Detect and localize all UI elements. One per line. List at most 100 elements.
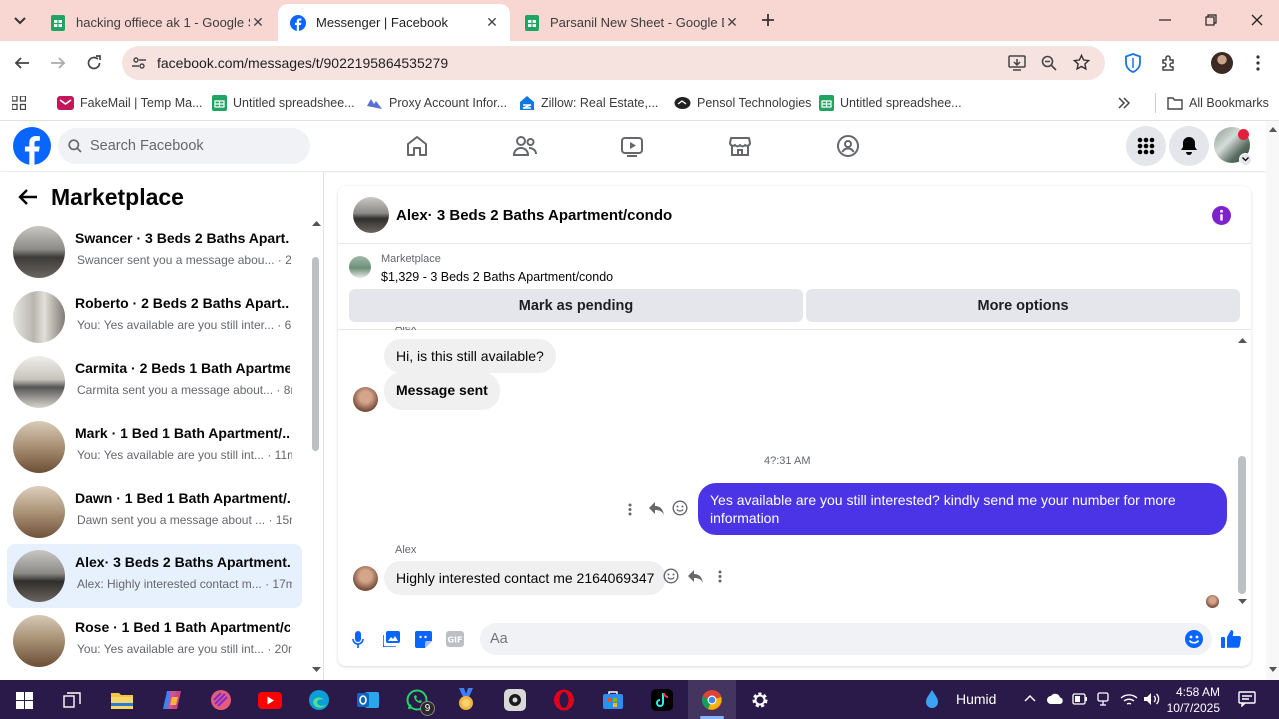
chat-title[interactable]: Alex· 3 Beds 2 Baths Apartment/condo <box>396 207 672 224</box>
more-options-button[interactable]: More options <box>806 289 1240 322</box>
reply-icon[interactable] <box>687 569 704 584</box>
scroll-up-icon[interactable] <box>1238 337 1247 343</box>
install-app-icon[interactable] <box>1008 55 1026 71</box>
bookmark-fakemail[interactable]: FakeMail | Temp Ma... <box>57 93 203 113</box>
bookmark-proxy[interactable]: Proxy Account Infor... <box>366 93 507 113</box>
microphone-icon[interactable] <box>352 631 364 648</box>
all-bookmarks-button[interactable]: All Bookmarks <box>1167 93 1269 113</box>
thumbs-up-icon[interactable] <box>1221 629 1241 649</box>
notifications-center-icon[interactable] <box>1238 691 1256 707</box>
conversation-item-active[interactable]: Alex· 3 Beds 2 Baths Apartment... Alex: … <box>7 544 302 608</box>
scroll-up-icon[interactable] <box>1269 126 1277 132</box>
tab-sheets-1[interactable]: hacking offiece ak 1 - Google Sh ✕ <box>38 4 276 41</box>
opera-button[interactable] <box>548 685 580 715</box>
search-facebook[interactable]: Search Facebook <box>58 128 310 164</box>
close-window-button[interactable] <box>1234 0 1279 40</box>
speaker-icon[interactable] <box>1143 692 1161 706</box>
bookmark-spreadsheet-2[interactable]: Untitled spreadshee... <box>819 93 962 113</box>
message-bubble-incoming[interactable]: Hi, is this still available? <box>384 339 556 373</box>
profile-button[interactable] <box>1206 47 1238 79</box>
scroll-up-icon[interactable] <box>312 220 321 226</box>
minimize-button[interactable] <box>1142 0 1188 40</box>
chrome-menu-button[interactable] <box>1242 47 1274 79</box>
conversation-item[interactable]: Roberto · 2 Beds 2 Baths Apart... You: Y… <box>7 285 302 349</box>
message-composer[interactable] <box>480 623 1212 655</box>
account-button[interactable] <box>1214 127 1252 166</box>
system-clock[interactable]: 4:58 AM 10/7/2025 <box>1166 684 1220 716</box>
reload-button[interactable] <box>78 47 110 79</box>
scroll-down-icon[interactable] <box>312 667 321 673</box>
star-icon[interactable] <box>1073 54 1090 71</box>
battery-icon[interactable] <box>1072 692 1088 706</box>
bookmark-pensol[interactable]: Pensol Technologies <box>674 93 811 113</box>
message-bubble-incoming[interactable]: Highly interested contact me 2164069347 <box>384 561 667 595</box>
app-button[interactable] <box>205 685 237 715</box>
youtube-button[interactable] <box>254 685 286 715</box>
edge-button[interactable] <box>303 685 335 715</box>
back-button[interactable] <box>18 189 38 205</box>
tab-sheets-2[interactable]: Parsanil New Sheet - Google Dr ✕ <box>512 4 750 41</box>
bookmarks-overflow-button[interactable] <box>1118 93 1130 113</box>
nav-groups[interactable] <box>833 131 863 161</box>
conversation-item[interactable]: Swancer · 3 Beds 2 Baths Apart... Swance… <box>7 220 302 284</box>
conversation-list-scrollbar[interactable] <box>312 257 319 451</box>
menu-button[interactable] <box>1126 126 1166 166</box>
close-icon[interactable]: ✕ <box>484 14 500 31</box>
more-vertical-icon[interactable] <box>628 503 632 516</box>
scroll-down-icon[interactable] <box>1238 599 1247 605</box>
message-bubble-incoming[interactable]: Message sent <box>384 372 500 410</box>
apps-button[interactable] <box>12 93 26 113</box>
nav-marketplace[interactable] <box>725 131 755 161</box>
nav-home[interactable] <box>402 131 432 161</box>
tab-messenger[interactable]: Messenger | Facebook ✕ <box>278 4 510 41</box>
nav-video[interactable] <box>617 131 647 161</box>
restore-button[interactable] <box>1188 0 1234 40</box>
message-bubble-outgoing[interactable]: Yes available are you still interested? … <box>698 483 1227 535</box>
brave-shield-button[interactable] <box>1117 47 1149 79</box>
conversation-item[interactable]: Carmita · 2 Beds 1 Bath Apartme... Carmi… <box>7 350 302 414</box>
chat-thumbnail[interactable] <box>353 197 389 233</box>
emoji-react-icon[interactable] <box>663 568 679 584</box>
sender-avatar[interactable] <box>353 566 378 591</box>
whatsapp-button[interactable]: 9 <box>401 685 435 716</box>
sender-avatar[interactable] <box>353 387 378 412</box>
tiktok-button[interactable] <box>646 685 678 715</box>
wifi-icon[interactable] <box>1120 693 1138 706</box>
back-button[interactable] <box>6 47 38 79</box>
app-badge-button[interactable] <box>450 685 482 715</box>
file-explorer-button[interactable] <box>106 685 138 715</box>
facebook-logo[interactable] <box>13 127 51 165</box>
new-tab-button[interactable] <box>756 8 780 32</box>
extensions-button[interactable] <box>1153 47 1185 79</box>
bookmark-spreadsheet-1[interactable]: Untitled spreadshee... <box>212 93 355 113</box>
notifications-button[interactable] <box>1169 126 1209 166</box>
close-icon[interactable]: ✕ <box>724 14 740 31</box>
start-button[interactable] <box>8 685 40 715</box>
more-vertical-icon[interactable] <box>718 570 722 583</box>
conversation-item[interactable]: Mark · 1 Bed 1 Bath Apartment/... You: Y… <box>7 415 302 479</box>
copilot-button[interactable] <box>156 685 188 715</box>
conversation-info-button[interactable] <box>1212 206 1231 225</box>
chat-scrollbar[interactable] <box>1238 456 1246 594</box>
forward-button[interactable] <box>42 47 74 79</box>
conversation-item[interactable]: Dawn · 1 Bed 1 Bath Apartment/... Dawn s… <box>7 480 302 544</box>
mark-as-pending-button[interactable]: Mark as pending <box>349 289 803 322</box>
conversation-item[interactable]: Rose · 1 Bed 1 Bath Apartment/c... You: … <box>7 609 302 673</box>
outlook-button[interactable] <box>352 685 384 715</box>
chrome-button[interactable] <box>696 685 728 715</box>
gif-icon[interactable]: GIF <box>446 631 464 647</box>
chevron-up-icon[interactable] <box>1024 694 1036 702</box>
close-icon[interactable]: ✕ <box>250 14 266 31</box>
emoji-icon[interactable] <box>1185 630 1203 648</box>
photo-icon[interactable] <box>383 631 400 647</box>
app-button-2[interactable] <box>499 685 531 715</box>
usb-icon[interactable] <box>1096 692 1110 706</box>
weather-widget[interactable]: Humid <box>925 689 996 709</box>
reply-icon[interactable] <box>648 501 665 516</box>
bookmark-zillow[interactable]: Zillow: Real Estate,... <box>519 93 658 113</box>
message-input[interactable] <box>490 629 1170 649</box>
sticker-icon[interactable] <box>415 631 432 648</box>
listing-title[interactable]: $1,329 - 3 Beds 2 Baths Apartment/condo <box>381 270 613 284</box>
tab-search-button[interactable] <box>8 9 32 33</box>
site-info-icon[interactable] <box>131 55 147 71</box>
